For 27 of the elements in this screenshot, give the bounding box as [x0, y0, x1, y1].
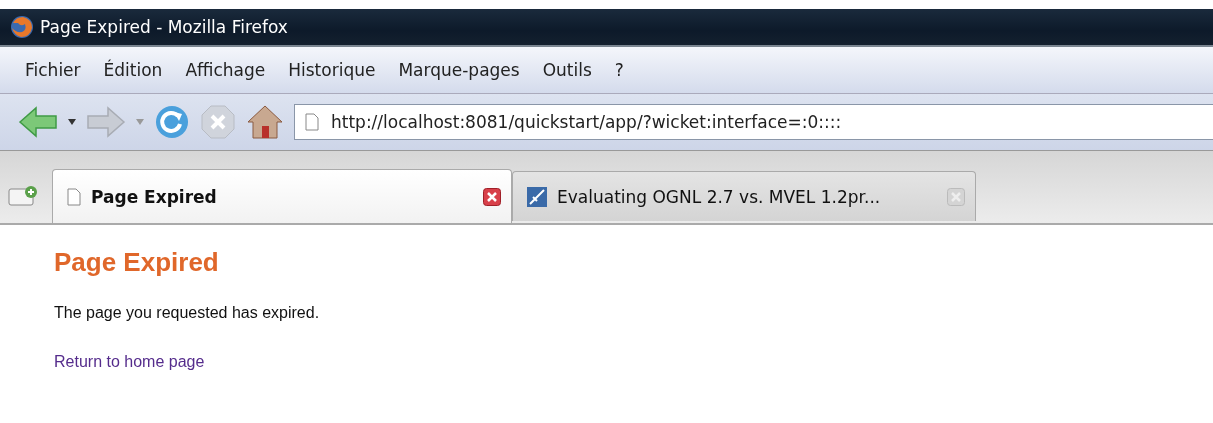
page-icon	[67, 187, 81, 206]
reload-icon[interactable]	[154, 104, 190, 140]
page-heading: Page Expired	[54, 247, 220, 278]
menu-item[interactable]: Édition	[94, 60, 172, 80]
address-field[interactable]: http://localhost:8081/quickstart/app/?wicket:interface=:0::::	[294, 104, 1213, 140]
menu-item[interactable]: Marque-pages	[389, 60, 529, 80]
browser-tab[interactable]: Evaluating OGNL 2.7 vs. MVEL 1.2pr...	[512, 171, 976, 221]
menu-item[interactable]: Affichage	[176, 60, 275, 80]
browser-logo-icon	[10, 15, 34, 39]
back-arrow-icon[interactable]	[18, 105, 58, 139]
menu-item[interactable]: Outils	[533, 60, 601, 80]
home-icon[interactable]	[246, 104, 284, 140]
window-title: Page Expired - Mozilla Firefox	[40, 17, 288, 37]
page-icon	[305, 113, 319, 131]
new-tab-icon[interactable]	[8, 185, 38, 207]
dropdown-caret-icon[interactable]	[68, 119, 76, 125]
menu-item[interactable]: Fichier	[16, 60, 90, 80]
stop-icon[interactable]	[200, 104, 236, 140]
close-icon[interactable]	[483, 187, 501, 206]
site-logo-icon	[527, 186, 547, 207]
forward-arrow-icon[interactable]	[86, 105, 126, 139]
home-page-link[interactable]: Return to home page	[54, 353, 205, 371]
menu-item[interactable]: Historique	[279, 60, 385, 80]
browser-tab[interactable]: Page Expired	[52, 169, 512, 223]
url-text: http://localhost:8081/quickstart/app/?wicket:interface=:0::::	[331, 112, 842, 132]
expired-message: The page you requested has expired.	[54, 304, 321, 322]
menu-item[interactable]: ?	[605, 60, 633, 80]
